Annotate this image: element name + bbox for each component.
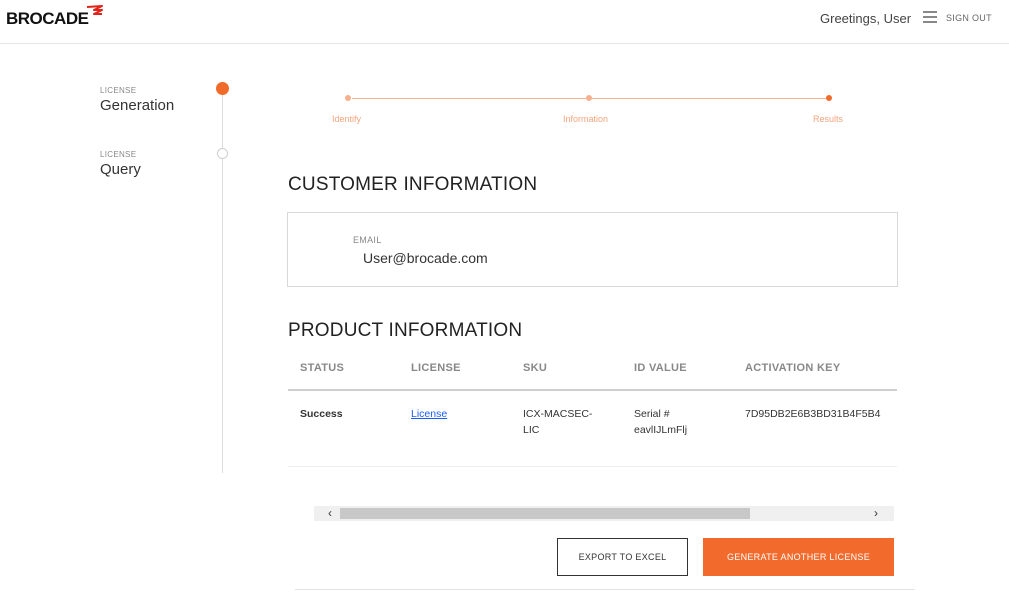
nav-item-label: Generation: [100, 97, 175, 114]
nav-item-caption: LICENSE: [100, 150, 137, 159]
sku-line: LIC: [523, 424, 540, 436]
hamburger-icon[interactable]: [923, 11, 937, 23]
top-header: BROCADE Greetings, User SIGN OUT: [0, 0, 1009, 44]
scroll-left-arrow-icon[interactable]: ‹: [320, 506, 340, 521]
step-dot-results-icon: [826, 95, 832, 101]
nav-inactive-dot-icon: [217, 148, 228, 159]
column-header-activation-key: ACTIVATION KEY: [745, 362, 841, 374]
table-horizontal-scrollbar[interactable]: ‹ ›: [314, 506, 894, 521]
customer-info-box: EMAIL User@brocade.com: [287, 212, 898, 287]
step-dot-information-icon: [586, 95, 592, 101]
column-header-status: STATUS: [300, 362, 345, 374]
generate-another-license-button[interactable]: GENERATE ANOTHER LICENSE: [703, 538, 894, 576]
cell-status: Success: [300, 408, 343, 420]
step-label-results: Results: [813, 114, 844, 124]
scrollbar-thumb[interactable]: [340, 508, 750, 519]
license-link[interactable]: License: [411, 408, 447, 420]
nav-item-label: Query: [100, 161, 141, 178]
row-divider: [288, 466, 897, 467]
column-header-id-value: ID VALUE: [634, 362, 687, 374]
table-header-divider: [288, 389, 897, 391]
bottom-divider: [295, 589, 915, 590]
nav-item-license-query[interactable]: LICENSE Query: [100, 150, 141, 178]
email-value: User@brocade.com: [363, 250, 488, 266]
nav-active-dot-icon: [216, 82, 229, 95]
brocade-logo-mark-icon: [86, 5, 103, 15]
cell-id-value: Serial # eavlIJLmFlj: [634, 406, 687, 438]
cell-sku: ICX-MACSEC- LIC: [523, 406, 592, 438]
stepper-line: [352, 98, 586, 99]
scroll-right-arrow-icon[interactable]: ›: [866, 506, 886, 521]
stepper-line: [592, 98, 826, 99]
id-value-line: Serial #: [634, 408, 670, 420]
column-header-sku: SKU: [523, 362, 548, 374]
id-value-line: eavlIJLmFlj: [634, 424, 688, 436]
cell-activation-key: 7D95DB2E6B3BD31B4F5B4: [745, 408, 881, 420]
product-information-title: PRODUCT INFORMATION: [288, 320, 523, 341]
step-label-information: Information: [563, 114, 609, 124]
nav-item-caption: LICENSE: [100, 86, 137, 95]
sku-line: ICX-MACSEC-: [523, 408, 593, 420]
column-header-license: LICENSE: [411, 362, 461, 374]
brocade-logo: BROCADE: [6, 9, 89, 28]
nav-item-license-generation[interactable]: LICENSE Generation: [100, 86, 174, 114]
nav-vertical-line: [222, 89, 223, 473]
greeting-text: Greetings, User: [820, 11, 912, 26]
step-label-identify: Identify: [332, 114, 362, 124]
sign-out-link[interactable]: SIGN OUT: [946, 13, 992, 23]
export-to-excel-button[interactable]: EXPORT TO EXCEL: [557, 538, 688, 576]
step-dot-identify-icon: [345, 95, 351, 101]
cell-license: License: [411, 406, 447, 422]
email-label: EMAIL: [353, 235, 382, 245]
customer-information-title: CUSTOMER INFORMATION: [288, 174, 538, 195]
